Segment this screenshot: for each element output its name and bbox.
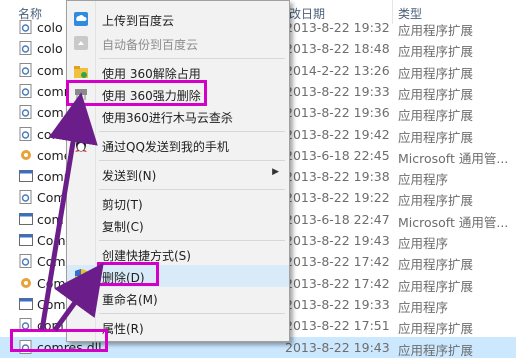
arrow-to-delete bbox=[52, 262, 104, 332]
arrow-to-force-delete bbox=[39, 92, 98, 331]
annotation-arrows bbox=[39, 92, 104, 332]
